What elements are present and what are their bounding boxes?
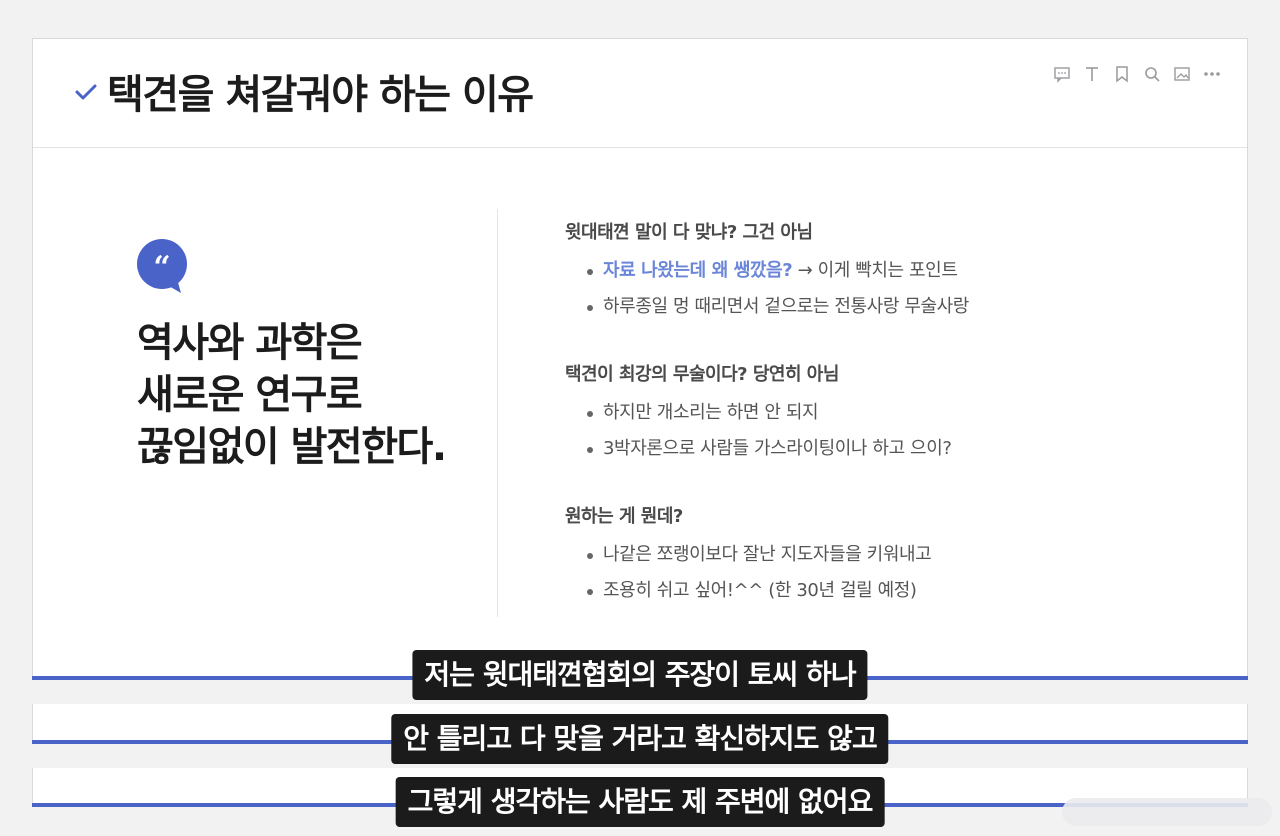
section-3: 원하는 게 뭔데? 나같은 쪼랭이보다 잘난 지도자들을 키워내고 조용히 쉬고… (565, 503, 1165, 609)
list-item: 3박자론으로 사람들 가스라이팅이나 하고 으이? (587, 431, 1165, 467)
list-item-text: 하지만 개소리는 하면 안 되지 (603, 402, 819, 423)
list-item: 조용히 쉬고 싶어!^^ (한 30년 걸릴 예정) (587, 573, 1165, 609)
comment-icon[interactable] (1051, 63, 1073, 85)
slide-header: 택견을 쳐갈궈야 하는 이유 (33, 39, 1247, 148)
quote-icon: “ (137, 239, 187, 293)
subtitle-caption: 안 틀리고 다 맞을 거라고 확신하지도 않고 (391, 714, 889, 764)
quote-line: 새로운 연구로 (137, 372, 363, 418)
bullet-column: 윗대태껸 말이 다 맞냐? 그건 아님 자료 나왔는데 왜 쌩깠음? → 이게 … (565, 219, 1165, 645)
list-item: 나같은 쪼랭이보다 잘난 지도자들을 키워내고 (587, 537, 1165, 573)
list-item-text: 하루종일 멍 때리면서 겉으로는 전통사랑 무술사랑 (603, 296, 969, 317)
quote-line: 끊임없이 발전한다. (137, 424, 447, 470)
quote-block: “ 역사와 과학은 새로운 연구로 끊임없이 발전한다. (137, 239, 497, 470)
list-item: 자료 나왔는데 왜 쌩깠음? → 이게 빡치는 포인트 (587, 253, 1165, 289)
subtitle-caption: 그렇게 생각하는 사람도 제 주변에 없어요 (395, 777, 885, 827)
list-item-text: 3박자론으로 사람들 가스라이팅이나 하고 으이? (603, 438, 952, 459)
section-1: 윗대태껸 말이 다 맞냐? 그건 아님 자료 나왔는데 왜 쌩깠음? → 이게 … (565, 219, 1165, 325)
page-title: 택견을 쳐갈궈야 하는 이유 (107, 72, 534, 118)
bullet-list: 하지만 개소리는 하면 안 되지 3박자론으로 사람들 가스라이팅이나 하고 으… (565, 395, 1165, 467)
section-title: 원하는 게 뭔데? (565, 506, 683, 527)
section-title: 택견이 최강의 무술이다? 당연히 아님 (565, 364, 839, 385)
slide-toolbar (1051, 63, 1223, 85)
image-icon[interactable] (1171, 63, 1193, 85)
section-title: 윗대태껸 말이 다 맞냐? 그건 아님 (565, 222, 813, 243)
list-item-text: 나같은 쪼랭이보다 잘난 지도자들을 키워내고 (603, 544, 932, 565)
bullet-list: 나같은 쪼랭이보다 잘난 지도자들을 키워내고 조용히 쉬고 싶어!^^ (한 … (565, 537, 1165, 609)
section-2: 택견이 최강의 무술이다? 당연히 아님 하지만 개소리는 하면 안 되지 3박… (565, 361, 1165, 467)
video-controls-overlay[interactable] (1062, 798, 1272, 826)
subtitle-caption: 저는 윗대태껸협회의 주장이 토씨 하나 (412, 650, 868, 700)
list-item: 하지만 개소리는 하면 안 되지 (587, 395, 1165, 431)
check-icon (75, 84, 97, 100)
more-icon[interactable] (1201, 63, 1223, 85)
svg-text:“: “ (153, 250, 170, 285)
list-item-text: 조용히 쉬고 싶어!^^ (한 30년 걸릴 예정) (603, 580, 917, 601)
list-item-text: → 이게 빡치는 포인트 (792, 260, 958, 281)
search-icon[interactable] (1141, 63, 1163, 85)
slide-card: 택견을 쳐갈궈야 하는 이유 “ 역사와 과학은 새로운 연구로 끊임없이 발전… (32, 38, 1248, 678)
list-item: 하루종일 멍 때리면서 겉으로는 전통사랑 무술사랑 (587, 289, 1165, 325)
link-text[interactable]: 자료 나왔는데 왜 쌩깠음? (603, 260, 793, 281)
text-icon[interactable] (1081, 63, 1103, 85)
bookmark-icon[interactable] (1111, 63, 1133, 85)
bullet-list: 자료 나왔는데 왜 쌩깠음? → 이게 빡치는 포인트 하루종일 멍 때리면서 … (565, 253, 1165, 325)
quote-text: 역사와 과학은 새로운 연구로 끊임없이 발전한다. (137, 317, 447, 473)
column-divider (497, 209, 498, 617)
quote-line: 역사와 과학은 (137, 320, 363, 366)
